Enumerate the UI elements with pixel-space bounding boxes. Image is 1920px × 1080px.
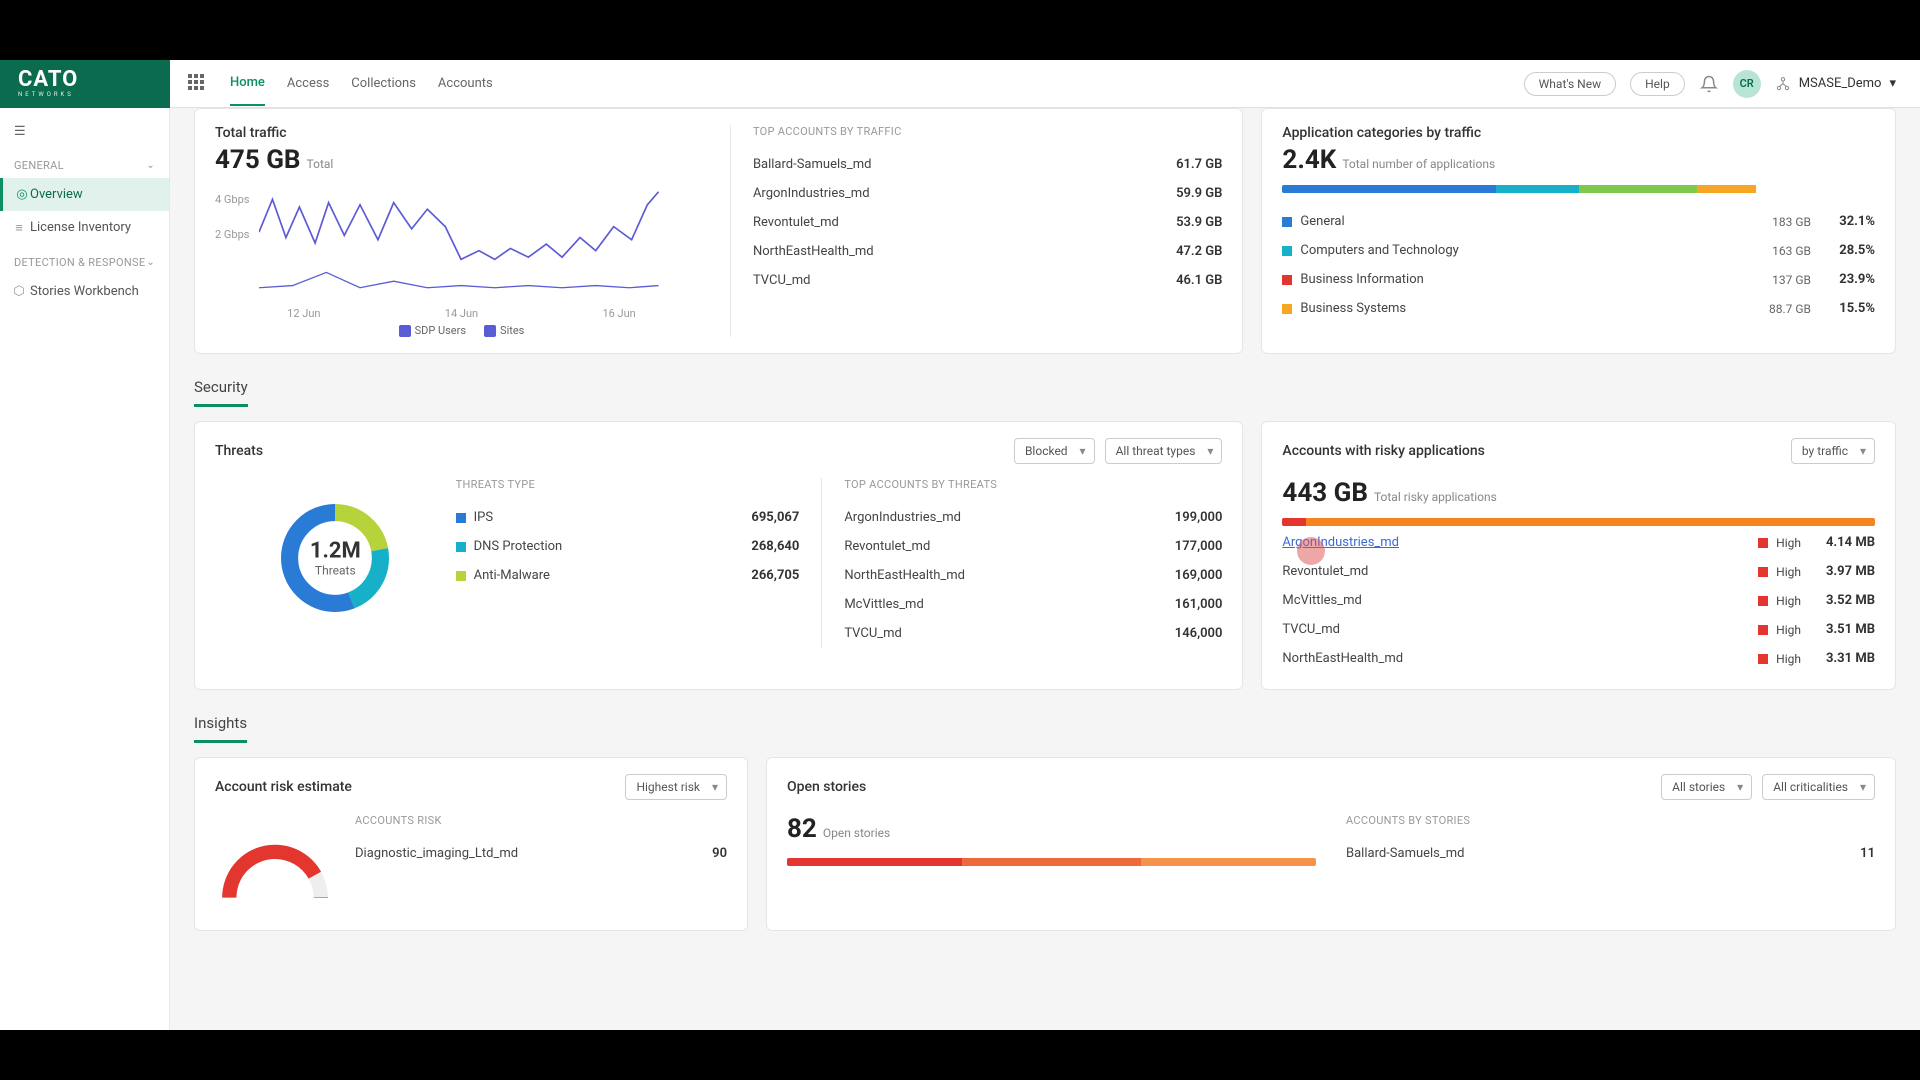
list-item[interactable]: Ballard-Samuels_md61.7 GB bbox=[753, 150, 1222, 179]
threats-donut-chart: 1.2MThreats bbox=[275, 498, 395, 618]
card-title: Account risk estimate bbox=[215, 779, 352, 795]
threats-status-select[interactable]: Blocked bbox=[1014, 438, 1095, 464]
sidebar-group-general[interactable]: GENERAL⌄ bbox=[0, 147, 169, 178]
list-item[interactable]: Revontulet_md53.9 GB bbox=[753, 208, 1222, 237]
apps-grid-icon[interactable] bbox=[188, 74, 208, 94]
list-item[interactable]: McVittles_mdHigh3.52 MB bbox=[1282, 586, 1875, 615]
card-title: Accounts with risky applications bbox=[1282, 443, 1484, 459]
card-title: Threats bbox=[215, 443, 263, 459]
list-item[interactable]: Business Systems88.7 GB15.5% bbox=[1282, 294, 1875, 323]
total-traffic-card: Total traffic 475 GBTotal 4 Gbps 2 Gbps … bbox=[194, 108, 1243, 354]
list-item[interactable]: Ballard-Samuels_md11 bbox=[1346, 839, 1875, 868]
list-item[interactable]: Computers and Technology163 GB28.5% bbox=[1282, 236, 1875, 265]
help-button[interactable]: Help bbox=[1630, 72, 1685, 96]
app-categories-card: Application categories by traffic 2.4K To… bbox=[1261, 108, 1896, 354]
sidebar-group-detection[interactable]: DETECTION & RESPONSE⌄ bbox=[0, 244, 169, 275]
open-distribution-bar bbox=[787, 858, 1316, 866]
sidebar: ☰ GENERAL⌄ ◎Overview ≡License Inventory … bbox=[0, 108, 170, 1030]
hex-icon: ⬡ bbox=[12, 285, 26, 299]
risky-value: 443 GB bbox=[1282, 478, 1368, 508]
list-item[interactable]: TVCU_md46.1 GB bbox=[753, 266, 1222, 295]
target-icon: ◎ bbox=[15, 188, 29, 202]
chevron-down-icon: ⌄ bbox=[146, 257, 155, 268]
header: CATO NETWORKS Home Access Collections Ac… bbox=[0, 60, 1920, 108]
threats-card: Threats Blocked All threat types bbox=[194, 421, 1243, 690]
list-item[interactable]: Anti-Malware266,705 bbox=[456, 561, 800, 590]
list-item[interactable]: Diagnostic_imaging_Ltd_md90 bbox=[355, 839, 727, 868]
top-threats-title: TOP ACCOUNTS BY THREATS bbox=[844, 478, 1222, 491]
list-item[interactable]: McVittles_md161,000 bbox=[844, 590, 1222, 619]
criticality-filter-select[interactable]: All criticalities bbox=[1762, 774, 1875, 800]
stories-filter-select[interactable]: All stories bbox=[1661, 774, 1752, 800]
accounts-stories-title: ACCOUNTS BY STORIES bbox=[1346, 814, 1875, 827]
nav-accounts[interactable]: Accounts bbox=[438, 76, 493, 91]
risk-gauge bbox=[215, 824, 335, 914]
open-value: 82 bbox=[787, 814, 817, 844]
list-item[interactable]: IPS695,067 bbox=[456, 503, 800, 532]
card-title: Open stories bbox=[787, 779, 866, 795]
traffic-value: 475 GB bbox=[215, 145, 301, 175]
sidebar-item-license-inventory[interactable]: ≡License Inventory bbox=[0, 211, 169, 244]
list-item[interactable]: Revontulet_mdHigh3.97 MB bbox=[1282, 557, 1875, 586]
legend-sites[interactable]: Sites bbox=[484, 324, 524, 337]
list-item[interactable]: DNS Protection268,640 bbox=[456, 532, 800, 561]
whats-new-button[interactable]: What's New bbox=[1524, 72, 1616, 96]
apps-sub: Total number of applications bbox=[1342, 157, 1495, 171]
open-sub: Open stories bbox=[823, 826, 890, 840]
list-item[interactable]: TVCU_md146,000 bbox=[844, 619, 1222, 648]
nav-home[interactable]: Home bbox=[230, 75, 265, 106]
apps-value: 2.4K bbox=[1282, 145, 1336, 175]
chevron-down-icon: ⌄ bbox=[146, 160, 155, 171]
sidebar-item-overview[interactable]: ◎Overview bbox=[0, 178, 169, 211]
brand-name: CATO bbox=[18, 69, 78, 91]
section-title-insights: Insights bbox=[194, 714, 247, 743]
risky-distribution-bar bbox=[1282, 518, 1875, 526]
traffic-sub: Total bbox=[307, 157, 334, 171]
brand-logo[interactable]: CATO NETWORKS bbox=[0, 60, 170, 108]
sidebar-item-stories-workbench[interactable]: ⬡Stories Workbench bbox=[0, 275, 169, 308]
list-item[interactable]: TVCU_mdHigh3.51 MB bbox=[1282, 615, 1875, 644]
main-content: Total traffic 475 GBTotal 4 Gbps 2 Gbps … bbox=[170, 108, 1920, 1030]
account-name: MSASE_Demo bbox=[1799, 76, 1882, 91]
card-title: Total traffic bbox=[215, 125, 708, 141]
open-stories-card: Open stories All stories All criticaliti… bbox=[766, 757, 1896, 931]
notifications-icon[interactable] bbox=[1699, 74, 1719, 94]
account-risk-card: Account risk estimate Highest risk ACCOU… bbox=[194, 757, 748, 931]
nav-collections[interactable]: Collections bbox=[351, 76, 416, 91]
apps-distribution-bar bbox=[1282, 185, 1875, 193]
list-icon: ≡ bbox=[12, 221, 26, 235]
risky-sort-select[interactable]: by traffic bbox=[1791, 438, 1875, 464]
account-selector[interactable]: MSASE_Demo ▾ bbox=[1775, 76, 1896, 92]
list-item[interactable]: NorthEastHealth_md47.2 GB bbox=[753, 237, 1222, 266]
list-item[interactable]: General183 GB32.1% bbox=[1282, 207, 1875, 236]
menu-toggle-icon[interactable]: ☰ bbox=[0, 116, 169, 147]
list-item[interactable]: ArgonIndustries_md59.9 GB bbox=[753, 179, 1222, 208]
risky-apps-card: Accounts with risky applications by traf… bbox=[1261, 421, 1896, 690]
user-avatar[interactable]: CR bbox=[1733, 70, 1761, 98]
threats-type-title: THREATS TYPE bbox=[456, 478, 800, 491]
legend-sdp-users[interactable]: SDP Users bbox=[399, 324, 466, 337]
accounts-risk-title: ACCOUNTS RISK bbox=[355, 814, 727, 827]
brand-sub: NETWORKS bbox=[18, 91, 78, 98]
section-title-security: Security bbox=[194, 378, 248, 407]
list-item[interactable]: ArgonIndustries_md199,000 bbox=[844, 503, 1222, 532]
list-item[interactable]: Business Information137 GB23.9% bbox=[1282, 265, 1875, 294]
traffic-line-chart: 4 Gbps 2 Gbps bbox=[215, 183, 708, 303]
chevron-down-icon: ▾ bbox=[1889, 76, 1896, 91]
risk-sort-select[interactable]: Highest risk bbox=[625, 774, 727, 800]
card-title: Application categories by traffic bbox=[1282, 125, 1875, 141]
risky-sub: Total risky applications bbox=[1374, 490, 1497, 504]
threats-type-select[interactable]: All threat types bbox=[1105, 438, 1223, 464]
nav-access[interactable]: Access bbox=[287, 76, 329, 91]
list-item[interactable]: NorthEastHealth_mdHigh3.31 MB bbox=[1282, 644, 1875, 673]
top-accounts-title: TOP ACCOUNTS BY TRAFFIC bbox=[753, 125, 1222, 138]
list-item[interactable]: Revontulet_md177,000 bbox=[844, 532, 1222, 561]
list-item[interactable]: NorthEastHealth_md169,000 bbox=[844, 561, 1222, 590]
hierarchy-icon bbox=[1775, 76, 1791, 92]
list-item[interactable]: ArgonIndustries_mdHigh4.14 MB bbox=[1282, 528, 1875, 557]
